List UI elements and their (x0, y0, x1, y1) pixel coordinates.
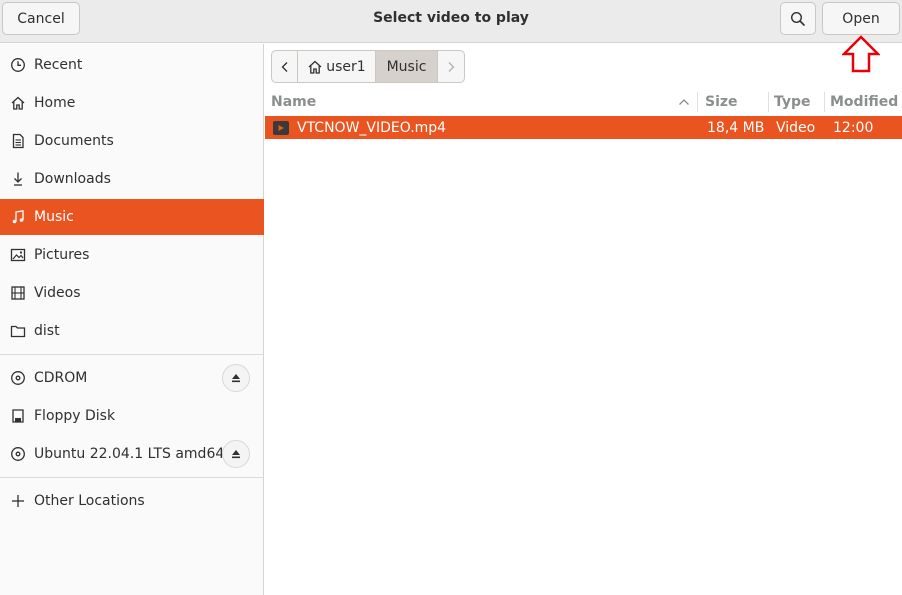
path-scroll-right-button[interactable] (438, 51, 464, 82)
sidebar-item-music[interactable]: Music (0, 199, 264, 235)
column-header-label: Size (705, 94, 738, 110)
file-row[interactable]: VTCNOW_VIDEO.mp4 18,4 MB Video 12:00 (265, 116, 902, 139)
eject-icon (232, 450, 240, 459)
sidebar-item-label: Ubuntu 22.04.1 LTS amd64 (34, 446, 225, 462)
search-button[interactable] (780, 2, 816, 35)
sidebar-item-dist[interactable]: dist (0, 313, 264, 349)
video-file-icon (273, 120, 289, 135)
sidebar-item-pictures[interactable]: Pictures (0, 237, 264, 273)
sidebar-item-home[interactable]: Home (0, 85, 264, 121)
sidebar-item-label: Floppy Disk (34, 408, 116, 424)
path-bar: user1 Music (271, 50, 465, 83)
music-icon (10, 209, 26, 225)
eject-icon (232, 374, 240, 383)
file-size: 18,4 MB (707, 119, 765, 136)
home-icon (308, 60, 322, 74)
column-header-label: Type (774, 94, 811, 110)
sidebar-item-floppy[interactable]: Floppy Disk (0, 398, 264, 434)
sidebar-item-label: Music (34, 209, 74, 225)
chevron-right-icon (448, 61, 455, 72)
plus-icon (10, 493, 26, 509)
file-modified: 12:00 (833, 119, 874, 136)
path-segment-label: user1 (326, 58, 366, 75)
header-bar: Cancel Select video to play Open (0, 0, 902, 43)
column-divider (768, 92, 769, 112)
sidebar-separator (0, 354, 264, 355)
column-header-type[interactable]: Type (774, 90, 830, 114)
sidebar-item-videos[interactable]: Videos (0, 275, 264, 311)
sidebar-item-downloads[interactable]: Downloads (0, 161, 264, 197)
column-header-modified[interactable]: Modified (830, 90, 902, 114)
file-name-cell: VTCNOW_VIDEO.mp4 (273, 116, 693, 139)
clock-icon (10, 57, 26, 73)
sidebar-item-label: CDROM (34, 370, 88, 386)
sidebar-item-label: Home (34, 95, 76, 111)
film-icon (10, 285, 26, 301)
eject-button[interactable] (222, 364, 250, 392)
disc-icon (10, 370, 26, 386)
sidebar-item-label: dist (34, 323, 60, 339)
cancel-button[interactable]: Cancel (2, 2, 80, 35)
path-segment-music[interactable]: Music (376, 51, 438, 82)
home-icon (10, 95, 26, 111)
path-scroll-left-button[interactable] (272, 51, 298, 82)
sort-ascending-icon (679, 99, 689, 105)
sidebar-item-recent[interactable]: Recent (0, 47, 264, 83)
sidebar-item-ubuntu-disc[interactable]: Ubuntu 22.04.1 LTS amd64 (0, 436, 264, 472)
picture-icon (10, 247, 26, 263)
sidebar-item-label: Videos (34, 285, 81, 301)
drive-icon (10, 408, 26, 424)
sidebar-item-label: Downloads (34, 171, 111, 187)
annotation-arrow-icon (842, 35, 880, 73)
column-header-name[interactable]: Name (271, 90, 699, 114)
path-segment-label: Music (386, 58, 427, 75)
chevron-left-icon (281, 61, 287, 72)
search-icon (790, 11, 805, 26)
sidebar-separator (0, 477, 264, 478)
sidebar-item-label: Recent (34, 57, 83, 73)
open-button[interactable]: Open (822, 2, 900, 35)
file-type: Video (776, 119, 816, 136)
places-sidebar: Recent Home Documents Downloads Music Pi… (0, 44, 264, 595)
sidebar-item-cdrom[interactable]: CDROM (0, 360, 264, 396)
column-divider (697, 92, 698, 112)
folder-icon (10, 323, 26, 339)
column-header-size[interactable]: Size (705, 90, 769, 114)
path-segment-home[interactable]: user1 (298, 51, 376, 82)
column-header-label: Modified (830, 94, 899, 110)
sidebar-item-label: Pictures (34, 247, 90, 263)
file-name: VTCNOW_VIDEO.mp4 (297, 119, 447, 136)
sidebar-item-label: Documents (34, 133, 114, 149)
file-list: Name Size Type Modified VTCNOW_VIDEO.mp4… (265, 90, 902, 595)
eject-button[interactable] (222, 440, 250, 468)
column-header-label: Name (271, 94, 317, 110)
download-icon (10, 171, 26, 187)
document-icon (10, 133, 26, 149)
sidebar-item-other-locations[interactable]: Other Locations (0, 483, 264, 519)
dialog-title: Select video to play (373, 10, 529, 26)
disc-icon (10, 446, 26, 462)
sidebar-item-label: Other Locations (34, 493, 145, 509)
column-divider (824, 92, 825, 112)
sidebar-item-documents[interactable]: Documents (0, 123, 264, 159)
